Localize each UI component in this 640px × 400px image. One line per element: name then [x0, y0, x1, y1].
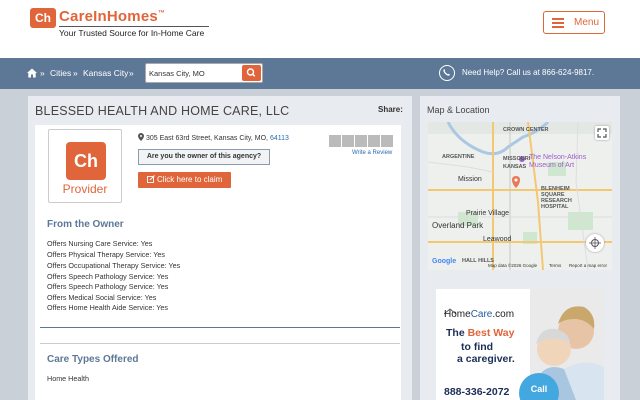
ad-brand: HomeCare.com — [444, 309, 514, 320]
ad-headline-accent: Best Way — [467, 327, 515, 339]
star-icon[interactable] — [368, 135, 380, 147]
map-label: The Nelson-Atkins — [529, 154, 587, 161]
map-label: CROWN CENTER — [503, 127, 549, 133]
map-label: KANSAS — [503, 164, 527, 170]
ad-headline: The Best Way — [446, 327, 514, 339]
claim-button[interactable]: Click here to claim — [138, 172, 231, 188]
breadcrumb-separator: » — [129, 68, 134, 78]
section-divider — [40, 343, 400, 344]
provider-label: Provider — [62, 182, 108, 196]
map-label: Mission — [458, 176, 482, 183]
address-text: 305 East 63rd Street, Kansas City, MO, — [145, 135, 268, 142]
service-item: Offers Home Health Aide Service: Yes — [47, 303, 168, 312]
star-icon[interactable] — [355, 135, 367, 147]
agency-address: 305 East 63rd Street, Kansas City, MO, 6… — [138, 133, 289, 142]
map-zoom-button[interactable] — [586, 234, 604, 252]
ad-brand-part: Home — [444, 309, 471, 320]
hamburger-icon — [552, 18, 564, 28]
service-item: Offers Speech Pathology Service: Yes — [47, 282, 169, 291]
menu-button-label: Menu — [574, 17, 600, 28]
breadcrumb-bar: » Cities » Kansas City » Need Help? Call… — [0, 58, 640, 89]
fullscreen-button[interactable] — [595, 126, 609, 140]
sidebar: Map & Location CROWN CENTER ARGENTINE MI… — [420, 96, 620, 400]
menu-button[interactable]: Menu — [543, 11, 605, 34]
zip-code-link[interactable]: 64113 — [270, 135, 289, 142]
site-header: Ch CareInHomes™ Your Trusted Source for … — [0, 0, 640, 58]
map-report-link[interactable]: Report a map error — [569, 263, 607, 268]
location-map[interactable]: CROWN CENTER ARGENTINE MISSOURI KANSAS T… — [428, 122, 612, 270]
from-owner-heading: From the Owner — [47, 219, 124, 230]
map-label: ARGENTINE — [442, 154, 475, 160]
listing-panel: BLESSED HEALTH AND HOME CARE, LLC Share:… — [28, 96, 412, 400]
share-label: Share: — [378, 105, 403, 114]
map-heading: Map & Location — [427, 105, 490, 115]
search-button[interactable] — [242, 65, 261, 81]
breadcrumb-separator: » — [73, 68, 78, 78]
service-item: Offers Speech Pathology Service: Yes — [47, 272, 169, 281]
map-graphic — [428, 122, 612, 270]
map-label: Museum of Art — [529, 162, 575, 169]
provider-home-icon: Ch — [66, 142, 106, 180]
star-icon[interactable] — [381, 135, 393, 147]
logo-icon[interactable]: Ch — [30, 8, 56, 28]
trademark-symbol: ™ — [157, 10, 166, 17]
service-item: Offers Nursing Care Service: Yes — [47, 239, 153, 248]
search-icon — [246, 68, 256, 77]
brand-name-text: CareInHomes — [59, 8, 158, 25]
map-label: HOSPITAL — [541, 204, 569, 210]
breadcrumb-separator: » — [40, 68, 45, 78]
help-phone-text[interactable]: Need Help? Call us at 866-624-9817. — [462, 68, 594, 77]
breadcrumb-cities[interactable]: Cities — [50, 68, 71, 78]
logo-brand-name[interactable]: CareInHomes™ — [59, 8, 165, 25]
provider-logo: Ch Provider — [48, 129, 122, 203]
breadcrumb-kansas-city[interactable]: Kansas City — [83, 68, 128, 78]
google-logo[interactable]: Google — [432, 258, 456, 265]
map-label: Prairie Village — [466, 210, 510, 217]
service-item: Offers Physical Therapy Service: Yes — [47, 250, 165, 259]
service-item: Offers Occupational Therapy Service: Yes — [47, 261, 181, 270]
star-icon[interactable] — [329, 135, 341, 147]
fullscreen-icon — [597, 128, 607, 138]
listing-card: Ch Provider 305 East 63rd Street, Kansas… — [35, 125, 401, 400]
ad-headline-line: a caregiver. — [457, 353, 515, 365]
care-type-item: Home Health — [47, 374, 89, 383]
claim-button-label: Click here to claim — [156, 175, 223, 184]
page-title: BLESSED HEALTH AND HOME CARE, LLC — [35, 104, 290, 118]
location-search-input[interactable] — [149, 66, 234, 81]
crosshair-icon — [589, 237, 601, 249]
location-search — [145, 63, 263, 83]
home-icon[interactable] — [27, 68, 37, 78]
map-label: Leawood — [483, 236, 512, 243]
rating-stars[interactable] — [329, 135, 393, 147]
write-review-link[interactable]: Write a Review — [352, 150, 392, 156]
section-divider — [40, 327, 400, 328]
phone-icon[interactable] — [439, 65, 455, 81]
owner-question: Are you the owner of this agency? — [138, 149, 270, 165]
map-pin-icon — [138, 133, 144, 141]
ad-headline-part: The — [446, 327, 468, 339]
service-item: Offers Medical Social Service: Yes — [47, 293, 157, 302]
ad-headline-line: to find — [461, 341, 494, 353]
homecare-ad[interactable]: HomeCare.com The Best Way to find a care… — [436, 289, 604, 400]
ad-brand-part: Care — [470, 309, 493, 320]
ad-phone-number[interactable]: 888-336-2072 — [444, 386, 509, 398]
logo-tagline: Your Trusted Source for In-Home Care — [59, 28, 205, 38]
map-label: Overland Park — [432, 221, 484, 230]
ad-brand-part: .com — [492, 309, 515, 320]
edit-icon — [146, 175, 155, 183]
map-terms-link[interactable]: Terms — [549, 263, 561, 268]
star-icon[interactable] — [342, 135, 354, 147]
logo-divider — [59, 26, 209, 27]
map-data-credit: Map data ©2026 Google — [488, 263, 538, 268]
care-types-heading: Care Types Offered — [47, 354, 139, 365]
map-label: MISSOURI — [503, 156, 531, 162]
